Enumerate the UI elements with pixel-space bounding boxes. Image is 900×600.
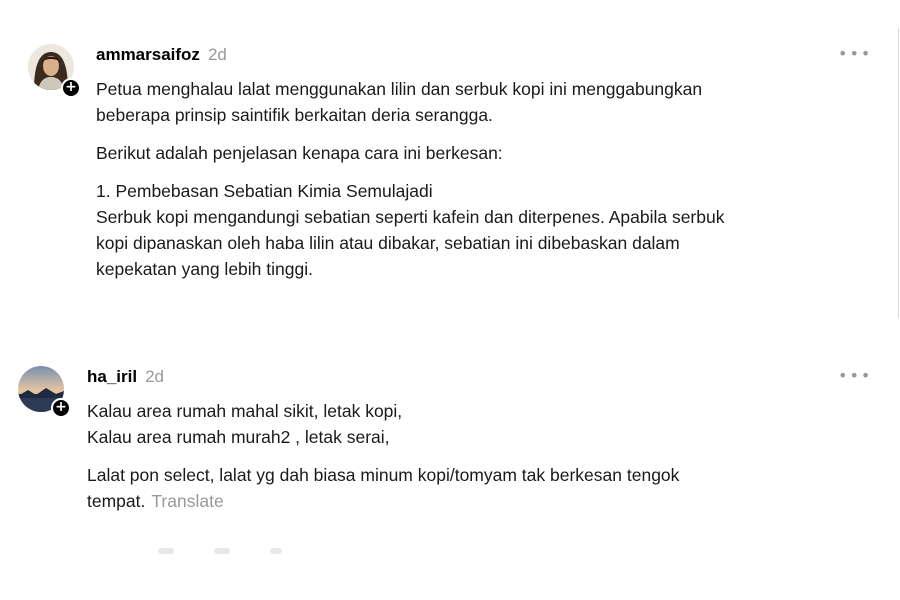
action-icon-partial [158,548,174,554]
text-line: kopi dipanaskan oleh haba lilin atau dib… [96,233,680,253]
text-line: Petua menghalau lalat menggunakan lilin … [96,79,703,99]
paragraph: Petua menghalau lalat menggunakan lilin … [96,76,724,128]
text-line: 1. Pembebasan Sebatian Kimia Semulajadi [96,181,433,201]
more-options-icon[interactable]: ••• [838,366,872,385]
scrollbar-track[interactable] [898,28,899,318]
username[interactable]: ammarsaifoz [96,45,200,64]
action-icon-partial [214,548,230,554]
text-line: Berikut adalah penjelasan kenapa cara in… [96,143,503,163]
paragraph: Kalau area rumah mahal sikit, letak kopi… [87,398,679,450]
text-line: Serbuk kopi mengandungi sebatian seperti… [96,207,725,227]
text-line: Kalau area rumah mahal sikit, letak kopi… [87,401,403,421]
paragraph: Lalat pon select, lalat yg dah biasa min… [87,462,679,514]
text-line: Kalau area rumah murah2 , letak serai, [87,427,390,447]
post-body: Kalau area rumah mahal sikit, letak kopi… [87,398,679,526]
paragraph: 1. Pembebasan Sebatian Kimia Semulajadi … [96,178,724,282]
post-body: Petua menghalau lalat menggunakan lilin … [96,76,724,294]
text-line: Lalat pon select, lalat yg dah biasa min… [87,465,680,485]
paragraph: Berikut adalah penjelasan kenapa cara in… [96,140,724,166]
action-icon-partial [270,548,282,554]
post-time: 2d [145,367,165,386]
follow-plus-icon[interactable]: + [51,398,71,418]
text-line: beberapa prinsip saintifik berkaitan der… [96,105,493,125]
post-header: ammarsaifoz 2d [96,44,227,66]
username[interactable]: ha_iril [87,367,137,386]
text-line: tempat. Translate [87,488,679,514]
post-time: 2d [207,45,227,64]
text-line: kepekatan yang lebih tinggi. [96,259,313,279]
post-header: ha_iril 2d [87,366,164,388]
more-options-icon[interactable]: ••• [838,44,872,63]
text-line-content: tempat. [87,491,146,511]
follow-plus-icon[interactable]: + [61,78,81,98]
translate-link[interactable]: Translate [151,491,223,511]
